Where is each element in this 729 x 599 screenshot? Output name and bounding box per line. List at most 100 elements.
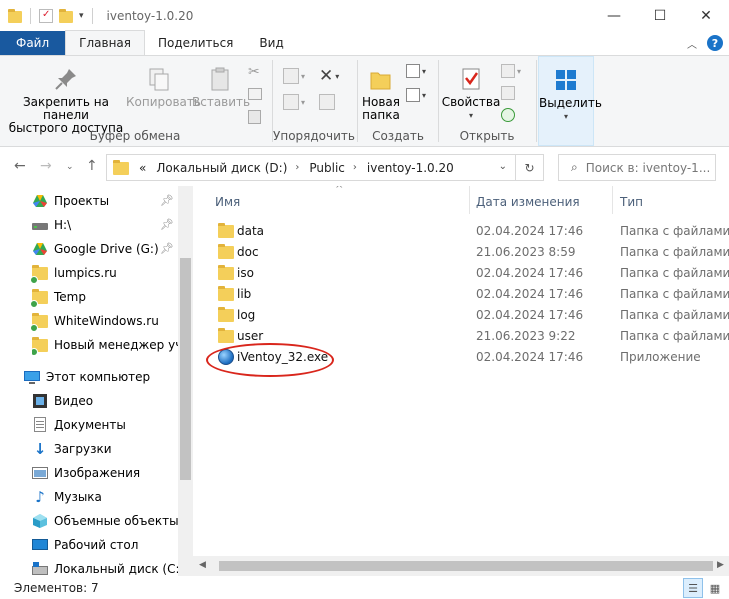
address-bar[interactable]: « Локальный диск (D:) › Public › iventoy…: [106, 154, 516, 181]
new-folder-icon[interactable]: [59, 8, 73, 23]
copy-to-button[interactable]: ▾: [283, 94, 305, 110]
nav-item-label: Новый менеджер учет: [54, 338, 178, 352]
column-header-type[interactable]: Тип: [620, 186, 720, 217]
paste-shortcut-button[interactable]: [248, 110, 261, 124]
minimize-button[interactable]: —: [591, 0, 637, 31]
nav-item-google-drive[interactable]: Google Drive (G:) 📌︎: [32, 238, 178, 260]
paste-icon: [211, 67, 229, 91]
nav-item-documents[interactable]: Документы: [32, 414, 178, 436]
nav-item-new-manager[interactable]: Новый менеджер учет: [32, 334, 178, 356]
nav-item-projects[interactable]: Проекты 📌︎: [32, 190, 178, 212]
new-item-button[interactable]: ▾: [406, 64, 426, 78]
nav-item-video[interactable]: Видео: [32, 390, 178, 412]
breadcrumb-drive-d[interactable]: Локальный диск (D:): [156, 161, 287, 175]
chevron-right-icon[interactable]: ›: [295, 162, 299, 173]
file-type: Папка с файлами: [620, 223, 729, 238]
folder-icon: [30, 313, 48, 332]
pin-icon[interactable]: 📌︎: [160, 218, 174, 231]
tab-view[interactable]: Вид: [246, 31, 296, 55]
nav-item-label: Temp: [54, 290, 86, 304]
horizontal-scrollbar-thumb[interactable]: [219, 561, 713, 571]
breadcrumb-iventoy[interactable]: iventoy-1.0.20: [367, 161, 454, 175]
chevron-down-icon[interactable]: ⌄: [499, 161, 507, 172]
scroll-right-icon[interactable]: ▶: [717, 560, 724, 570]
tab-share[interactable]: Поделиться: [145, 31, 246, 55]
documents-icon: [32, 417, 48, 433]
nav-item-downloads[interactable]: ↓ Загрузки: [32, 438, 178, 460]
table-row[interactable]: log 02.04.2024 17:46 Папка с файлами: [193, 304, 729, 325]
rename-button[interactable]: [319, 94, 335, 110]
pin-icon[interactable]: 📌︎: [160, 194, 174, 207]
delete-button[interactable]: ✕ ▾: [319, 66, 339, 86]
pin-icon[interactable]: 📌︎: [160, 242, 174, 255]
tab-home[interactable]: Главная: [65, 30, 145, 55]
pin-quick-access-button[interactable]: Закрепить на панели быстрого доступа: [6, 66, 126, 135]
details-view-icon: ☰: [688, 581, 698, 595]
ribbon-separator: [536, 60, 537, 142]
navigation-pane: Проекты 📌︎ H:\ 📌︎ Google Drive (G:) 📌︎ l…: [0, 186, 193, 576]
recent-locations-button[interactable]: ⌄: [66, 162, 74, 172]
column-header-date[interactable]: Дата изменения: [476, 186, 612, 217]
nav-item-this-pc[interactable]: Этот компьютер: [24, 366, 178, 388]
select-button[interactable]: Выделить ▾: [539, 67, 602, 123]
cut-button[interactable]: ✂: [248, 64, 260, 80]
details-view-button[interactable]: ☰: [683, 578, 703, 598]
table-row[interactable]: data 02.04.2024 17:46 Папка с файлами: [193, 220, 729, 241]
nav-item-drive-h[interactable]: H:\ 📌︎: [32, 214, 178, 236]
chevron-right-icon[interactable]: ›: [353, 162, 357, 173]
nav-item-label: Видео: [54, 394, 94, 408]
column-separator[interactable]: [469, 186, 470, 214]
nav-item-lumpics[interactable]: lumpics.ru: [30, 262, 178, 284]
open-button[interactable]: ▾: [501, 64, 521, 78]
maximize-button[interactable]: ☐: [637, 0, 683, 31]
folder-icon: [30, 289, 48, 308]
help-icon[interactable]: ?: [707, 35, 723, 51]
up-button[interactable]: ↑: [86, 158, 98, 174]
nav-item-3d-objects[interactable]: Объемные объекты: [32, 510, 179, 532]
table-row[interactable]: iso 02.04.2024 17:46 Папка с файлами: [193, 262, 729, 283]
file-name: iso: [237, 265, 254, 280]
properties-button[interactable]: Свойства ▾: [441, 66, 501, 122]
column-separator[interactable]: [612, 186, 613, 214]
nav-item-whitewindows[interactable]: WhiteWindows.ru: [30, 310, 178, 332]
nav-item-pictures[interactable]: Изображения: [32, 462, 178, 484]
paste-button[interactable]: Вставить: [192, 66, 250, 109]
history-icon: [501, 108, 515, 122]
move-to-button[interactable]: ▾: [283, 68, 305, 84]
history-button[interactable]: [501, 108, 515, 122]
chevron-down-icon[interactable]: ▾: [79, 11, 84, 21]
copy-button[interactable]: Копировать: [126, 66, 201, 109]
nav-item-temp[interactable]: Temp: [30, 286, 178, 308]
table-row[interactable]: doc 21.06.2023 8:59 Папка с файлами: [193, 241, 729, 262]
file-type: Папка с файлами: [620, 244, 729, 259]
organize-group-label: Упорядочить: [273, 129, 355, 143]
copy-path-button[interactable]: [248, 88, 262, 100]
close-button[interactable]: ✕: [683, 0, 729, 31]
new-folder-button[interactable]: Новая папка: [358, 66, 404, 122]
collapse-ribbon-icon[interactable]: ︿: [687, 36, 697, 51]
table-row[interactable]: lib 02.04.2024 17:46 Папка с файлами: [193, 283, 729, 304]
large-icons-view-button[interactable]: ▦: [705, 578, 725, 598]
forward-button[interactable]: →: [40, 158, 52, 174]
ribbon: Закрепить на панели быстрого доступа Коп…: [0, 55, 729, 147]
easy-access-button[interactable]: ▾: [406, 88, 426, 102]
edit-button[interactable]: [501, 86, 515, 100]
properties-icon[interactable]: ✓: [39, 8, 53, 23]
scroll-left-icon[interactable]: ◀: [199, 560, 206, 570]
tab-file[interactable]: Файл: [0, 31, 66, 55]
breadcrumb-public[interactable]: Public: [309, 161, 345, 175]
nav-item-desktop[interactable]: Рабочий стол: [32, 534, 178, 556]
copy-path-icon: [248, 88, 262, 100]
nav-item-music[interactable]: ♪ Музыка: [32, 486, 178, 508]
group-new: Новая папка ▾ ▾ Создать: [358, 56, 438, 146]
nav-scrollbar-thumb[interactable]: [180, 258, 191, 480]
nav-item-local-disk-c[interactable]: Локальный диск (C:): [32, 558, 184, 576]
back-button[interactable]: ←: [14, 158, 26, 174]
breadcrumb-overflow[interactable]: «: [139, 161, 146, 175]
clipboard-group-label: Буфер обмена: [89, 129, 181, 143]
quick-access-toolbar: ✓ ▾: [8, 7, 95, 24]
column-header-name[interactable]: Имя: [215, 186, 467, 217]
refresh-button[interactable]: ↻: [516, 154, 544, 181]
search-input[interactable]: ⌕ Поиск в: iventoy-1...: [558, 154, 716, 181]
3d-objects-icon: [32, 513, 48, 529]
